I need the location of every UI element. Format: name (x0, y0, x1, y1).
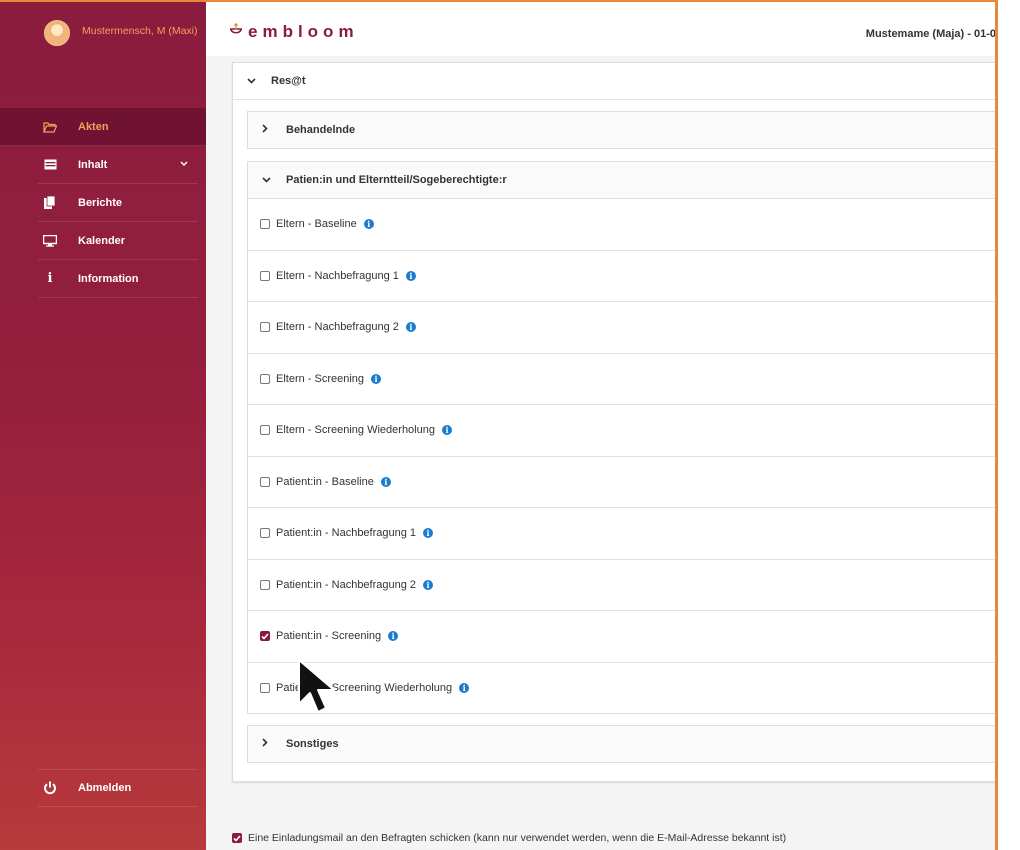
questionnaire-label: Patient:in - Nachbefragung 1 (276, 527, 417, 540)
info-icon[interactable]: i (405, 270, 416, 281)
monitor-icon (42, 233, 58, 249)
questionnaire-checkbox[interactable] (260, 270, 270, 281)
logout-label: Abmelden (78, 782, 132, 794)
questionnaire-label: Patient:in - Screening (276, 630, 382, 643)
questionnaire-item[interactable]: Patient:in - Nachbefragung 2 i (248, 558, 995, 611)
invite-checkbox[interactable] (232, 833, 242, 843)
questionnaire-item[interactable]: Eltern - Screening Wiederholung i (248, 404, 995, 456)
questionnaire-checkbox[interactable] (260, 425, 270, 436)
questionnaire-item[interactable]: Patient:in - Screening i (248, 610, 995, 662)
chevron-down-icon (180, 158, 188, 170)
section-sonstiges: Sonstiges (247, 725, 995, 763)
info-icon[interactable]: i (388, 631, 399, 642)
questionnaire-checkbox[interactable] (260, 476, 270, 487)
chevron-right-icon (262, 124, 276, 136)
questionnaire-checkbox[interactable] (260, 219, 270, 230)
logout-button[interactable]: Abmelden (38, 769, 198, 807)
questionnaire-checkbox[interactable] (260, 579, 270, 590)
questionnaire-item[interactable]: Eltern - Nachbefragung 2 i (248, 301, 995, 353)
logo-mark-icon (228, 22, 244, 42)
invite-option[interactable]: Eine Einladungsmail an den Befragten sch… (232, 832, 786, 844)
questionnaire-label: Eltern - Screening Wiederholung (276, 424, 435, 437)
questionnaire-list: Eltern - Baseline i Eltern - Nachbefragung… (248, 198, 995, 714)
top-header: embloom Mustemame (Maja) - 01-0 (206, 2, 996, 56)
questionnaire-label: Eltern - Baseline (276, 218, 357, 231)
sidebar-item-label: Inhalt (78, 158, 108, 171)
info-icon: i (47, 271, 53, 286)
info-icon[interactable]: i (441, 425, 452, 436)
chevron-right-icon (262, 738, 276, 750)
sidebar-item-berichte[interactable]: Berichte (38, 184, 198, 222)
questionnaire-item[interactable]: Patient:in - Screening Wiederholung i (248, 661, 995, 714)
app-window: Mustermensch, M (Maxi) Akten Inhalt Beri… (0, 0, 998, 850)
chevron-down-icon (262, 175, 276, 186)
questionnaire-label: Eltern - Nachbefragung 1 (276, 269, 399, 282)
section-title: Patien:in und Elterntteil/Sogeberechtigt… (286, 174, 507, 186)
mouse-cursor-icon (296, 658, 342, 721)
questionnaire-item[interactable]: Eltern - Baseline i (248, 198, 995, 250)
questionnaire-label: Eltern - Nachbefragung 2 (276, 321, 399, 334)
questionnaire-checkbox[interactable] (260, 631, 270, 642)
current-patient-label: Mustemame (Maja) - 01-0 (865, 28, 996, 40)
info-icon[interactable]: i (423, 579, 434, 590)
invite-label: Eine Einladungsmail an den Befragten sch… (248, 832, 787, 844)
section-behandelnde: Behandelnde (247, 111, 995, 149)
section-patient-header[interactable]: Patien:in und Elterntteil/Sogeberechtigt… (248, 162, 995, 198)
questionnaire-label: Eltern - Screening (276, 372, 365, 385)
info-icon[interactable]: i (459, 682, 470, 693)
info-icon[interactable]: i (423, 528, 434, 539)
sidebar-item-label: Berichte (78, 196, 123, 209)
chevron-down-icon (247, 76, 261, 87)
questionnaire-checkbox[interactable] (260, 322, 270, 333)
avatar (44, 20, 70, 46)
resat-panel-title: Res@t (271, 75, 306, 87)
info-icon[interactable]: i (380, 476, 391, 487)
sidebar-item-label: Kalender (78, 234, 126, 247)
section-title: Behandelnde (286, 124, 356, 136)
logo-text: embloom (248, 22, 359, 41)
info-icon[interactable]: i (371, 373, 382, 384)
questionnaire-item[interactable]: Eltern - Screening i (248, 352, 995, 405)
main-content: Res@t Behandelnde Patien:in und Elterntt… (206, 56, 995, 850)
sidebar-item-inhalt[interactable]: Inhalt (38, 146, 198, 184)
sidebar-item-label: Akten (78, 120, 109, 133)
info-icon[interactable]: i (363, 219, 374, 230)
folder-open-icon (42, 119, 58, 135)
section-sonstiges-header[interactable]: Sonstiges (248, 726, 995, 762)
sidebar-item-information[interactable]: i Information (38, 260, 198, 298)
info-icon[interactable]: i (405, 322, 416, 333)
resat-panel: Res@t Behandelnde Patien:in und Elterntt… (232, 62, 995, 782)
sidebar-item-kalender[interactable]: Kalender (38, 222, 198, 260)
resat-panel-header[interactable]: Res@t (233, 63, 995, 100)
questionnaire-label: Patient:in - Baseline (276, 475, 374, 488)
questionnaire-checkbox[interactable] (260, 682, 270, 693)
questionnaire-item[interactable]: Patient:in - Nachbefragung 1 i (248, 507, 995, 559)
questionnaire-checkbox[interactable] (260, 528, 270, 539)
embloom-logo[interactable]: embloom (228, 22, 359, 42)
user-name: Mustermensch, M (Maxi) (82, 25, 198, 37)
questionnaire-item[interactable]: Patient:in - Baseline i (248, 455, 995, 508)
table-icon (42, 157, 58, 173)
questionnaire-item[interactable]: Eltern - Nachbefragung 1 i (248, 249, 995, 302)
sidebar-item-label: Information (78, 272, 139, 285)
questionnaire-checkbox[interactable] (260, 373, 270, 384)
section-patient: Patien:in und Elterntteil/Sogeberechtigt… (247, 161, 995, 714)
document-icon (42, 195, 58, 211)
questionnaire-label: Patient:in - Nachbefragung 2 (276, 578, 417, 591)
section-behandelnde-header[interactable]: Behandelnde (248, 112, 995, 148)
section-title: Sonstiges (286, 738, 339, 750)
power-icon (42, 780, 58, 796)
sidebar-nav: Akten Inhalt Berichte Kalender i Informa… (0, 108, 206, 298)
sidebar: Mustermensch, M (Maxi) Akten Inhalt Beri… (0, 2, 206, 850)
sidebar-item-akten[interactable]: Akten (0, 108, 206, 146)
